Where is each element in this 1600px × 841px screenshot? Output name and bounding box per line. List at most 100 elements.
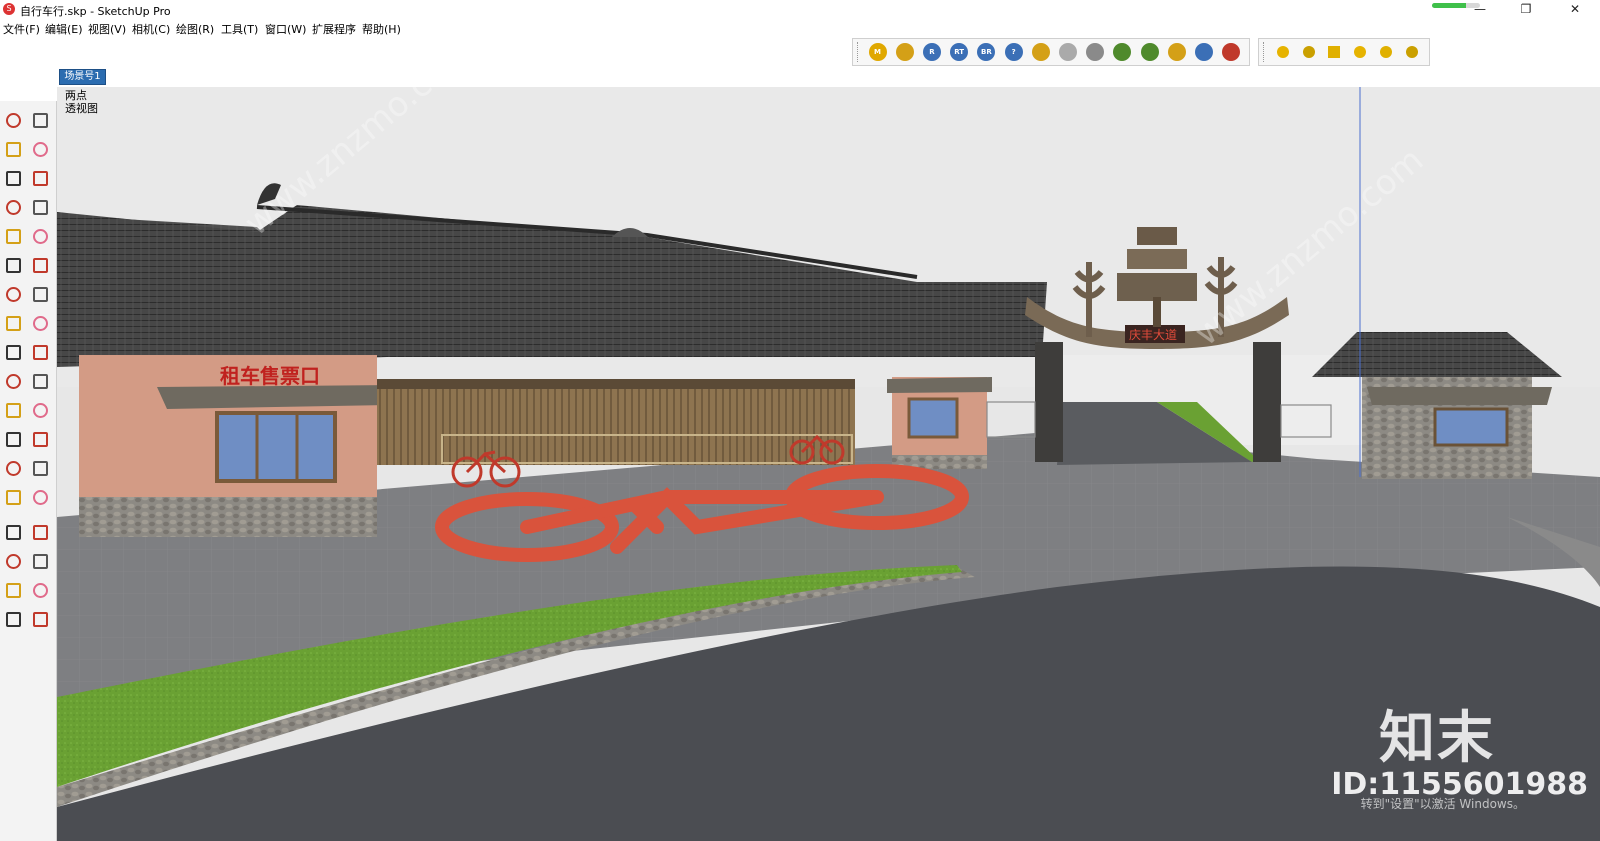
two-point-arc-tool[interactable]: [29, 254, 51, 276]
polygon-tool[interactable]: [29, 225, 51, 247]
circle-icon: [5, 228, 21, 244]
plant-button[interactable]: [1138, 41, 1161, 63]
scale-tool[interactable]: [2, 370, 24, 392]
zoom-tool[interactable]: [2, 521, 24, 543]
tree-button[interactable]: [1111, 41, 1134, 63]
select-tool[interactable]: [2, 109, 24, 131]
gate-sign: 庆丰大道: [1129, 328, 1177, 342]
eraser-tool[interactable]: [29, 138, 51, 160]
eraser-icon: [32, 141, 48, 157]
lamp-button[interactable]: [1298, 41, 1320, 63]
toolbar-grip[interactable]: [857, 42, 861, 62]
label-button[interactable]: [1029, 41, 1052, 63]
pie-icon: [32, 286, 48, 302]
tag-button[interactable]: [893, 41, 916, 63]
ball-button[interactable]: [1375, 41, 1397, 63]
label-icon: [1031, 43, 1050, 61]
toolbar-grip[interactable]: [1263, 42, 1267, 62]
restore-button[interactable]: ❐: [1506, 0, 1546, 20]
help-button[interactable]: ?: [1002, 41, 1025, 63]
follow-me-icon: [32, 344, 48, 360]
push-pull-tool[interactable]: [29, 312, 51, 334]
arc-icon: [5, 257, 21, 273]
offset-tool[interactable]: [29, 370, 51, 392]
zoom-extents-tool[interactable]: [2, 550, 24, 572]
freehand-icon: [32, 170, 48, 186]
menu-extensions[interactable]: 扩展程序: [312, 21, 356, 37]
rt-plugin-button[interactable]: RT: [948, 41, 971, 63]
look-around-tool[interactable]: [29, 579, 51, 601]
tree-icon: [1113, 43, 1132, 61]
walk-tool[interactable]: [2, 608, 24, 630]
close-button[interactable]: ✕: [1555, 0, 1595, 20]
orbit-icon: [5, 489, 21, 505]
menu-help[interactable]: 帮助(H): [362, 21, 401, 37]
menu-camera[interactable]: 相机(C): [132, 21, 170, 37]
rotate-tool[interactable]: [2, 341, 24, 363]
sun-flag-button[interactable]: [1401, 41, 1423, 63]
menu-file[interactable]: 文件(F): [3, 21, 40, 37]
watermark-logo: 知末: [1379, 706, 1495, 771]
circle-tool[interactable]: [2, 225, 24, 247]
axes-tool[interactable]: [2, 457, 24, 479]
menu-view[interactable]: 视图(V): [88, 21, 126, 37]
make-component-icon: [32, 112, 48, 128]
section-plane-tool[interactable]: [29, 608, 51, 630]
plant-icon: [1140, 43, 1159, 61]
previous-view-tool[interactable]: [29, 550, 51, 572]
color-wheel-button[interactable]: [1220, 41, 1243, 63]
ticket-sign: 租车售票口: [220, 364, 320, 388]
protractor-tool[interactable]: [2, 428, 24, 450]
arc-tool[interactable]: [2, 254, 24, 276]
menu-draw[interactable]: 绘图(R): [176, 21, 214, 37]
pause-button[interactable]: [1193, 41, 1216, 63]
make-component-tool[interactable]: [29, 109, 51, 131]
zoom-window-icon: [32, 524, 48, 540]
rotated-rectangle-tool[interactable]: [29, 196, 51, 218]
lamp-icon: [1302, 46, 1315, 58]
paint-bucket-tool[interactable]: [2, 138, 24, 160]
zoom-extents-icon: [5, 553, 21, 569]
3d-text-icon: [32, 460, 48, 476]
three-point-arc-tool[interactable]: [2, 283, 24, 305]
target-button[interactable]: [1165, 41, 1188, 63]
scene-tab[interactable]: 场景号1: [59, 69, 106, 85]
rectangle-tool[interactable]: [2, 196, 24, 218]
3d-text-tool[interactable]: [29, 457, 51, 479]
tape-measure-tool[interactable]: [2, 399, 24, 421]
sketchup-logo-icon: S: [3, 3, 15, 15]
dimension-tool[interactable]: [29, 399, 51, 421]
rt-plugin-icon: RT: [950, 43, 969, 61]
flag-button[interactable]: [1323, 41, 1345, 63]
pencil-tool[interactable]: [2, 167, 24, 189]
move-tool[interactable]: [2, 312, 24, 334]
title-bar: S 自行车行.skp - SketchUp Pro — ❐ ✕: [0, 0, 1600, 20]
pie-tool[interactable]: [29, 283, 51, 305]
br-plugin-icon: BR: [977, 43, 996, 61]
menu-window[interactable]: 窗口(W): [265, 21, 306, 37]
sun-flag-icon: [1406, 46, 1419, 58]
zoom-window-tool[interactable]: [29, 521, 51, 543]
br-plugin-button[interactable]: BR: [975, 41, 998, 63]
menu-edit[interactable]: 编辑(E): [45, 21, 83, 37]
polygon-icon: [32, 228, 48, 244]
orbit-tool[interactable]: [2, 486, 24, 508]
dome-icon: [1354, 46, 1367, 58]
bike-shed-beam: [377, 379, 855, 389]
position-camera-tool[interactable]: [2, 579, 24, 601]
text-tool[interactable]: [29, 428, 51, 450]
pan-tool[interactable]: [29, 486, 51, 508]
menu-tools[interactable]: 工具(T): [221, 21, 258, 37]
dome-button[interactable]: [1349, 41, 1371, 63]
paint-bucket-icon: [5, 141, 21, 157]
freehand-tool[interactable]: [29, 167, 51, 189]
scatter-button[interactable]: [1084, 41, 1107, 63]
r-plugin-button[interactable]: R: [920, 41, 943, 63]
sphere-button[interactable]: [1056, 41, 1079, 63]
follow-me-tool[interactable]: [29, 341, 51, 363]
text-icon: [32, 431, 48, 447]
model-viewport[interactable]: 租车售票口 庆丰大道 两点 透视图 www.znzmo.com 知末 ID:11…: [57, 87, 1600, 841]
sun-button[interactable]: [1272, 41, 1294, 63]
minimize-button[interactable]: —: [1460, 0, 1500, 20]
m-plugin-button[interactable]: M: [866, 41, 889, 63]
